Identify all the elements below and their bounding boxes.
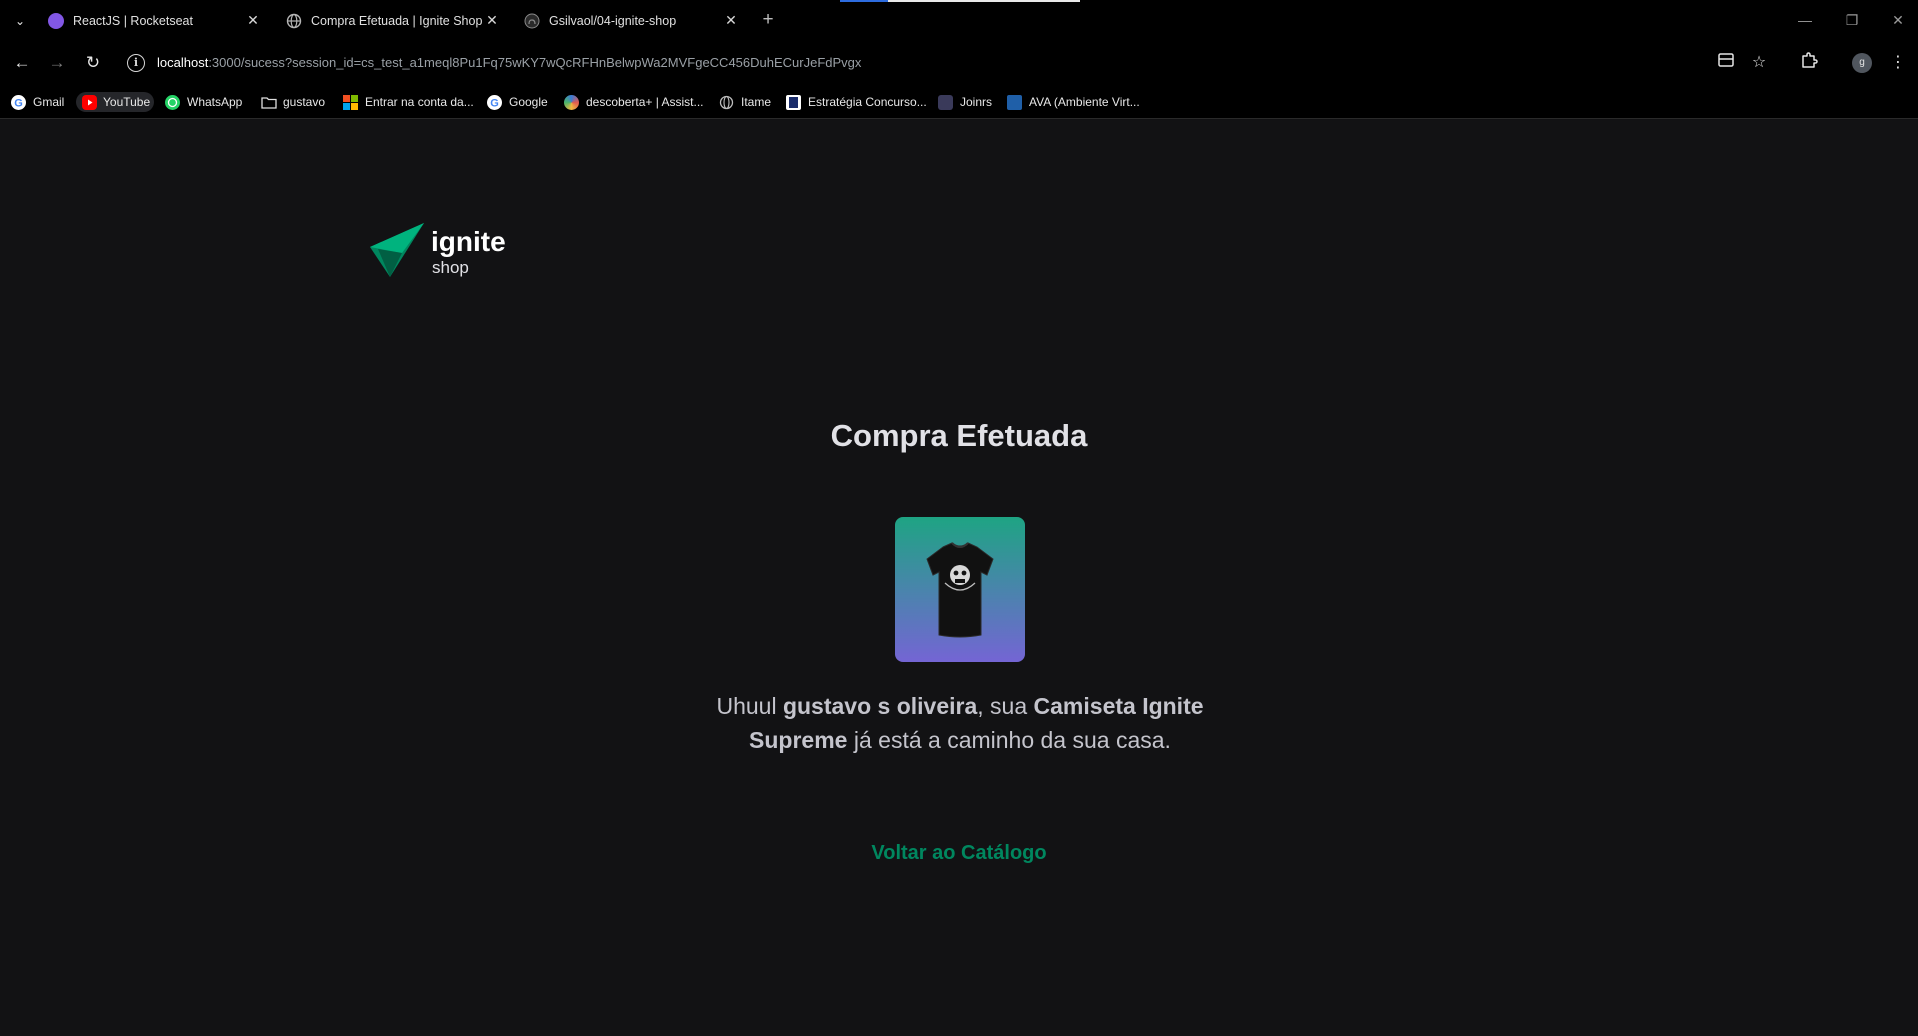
close-tab-icon[interactable]: ✕ bbox=[722, 11, 740, 29]
tab-reactjs[interactable]: ReactJS | Rocketseat ✕ bbox=[48, 0, 268, 41]
page-content: ignite shop Compra Efetuada Uhuul gustav… bbox=[0, 120, 1918, 1036]
whatsapp-icon bbox=[165, 95, 180, 110]
tab-strip: ⌄ ReactJS | Rocketseat ✕ Compra Efetuada… bbox=[0, 0, 1918, 41]
tab-title: ReactJS | Rocketseat bbox=[73, 14, 193, 28]
bookmark-youtube[interactable]: YouTube bbox=[76, 92, 154, 112]
back-arrow-icon[interactable]: ← bbox=[10, 51, 34, 75]
message-middle: , sua bbox=[977, 693, 1034, 719]
reload-icon[interactable]: ↻ bbox=[81, 51, 105, 75]
joinrs-icon bbox=[938, 95, 953, 110]
page-title: Compra Efetuada bbox=[830, 418, 1088, 453]
ignite-shop-logo[interactable]: ignite shop bbox=[370, 223, 510, 283]
folder-icon bbox=[261, 95, 277, 110]
url-host: localhost bbox=[157, 55, 209, 70]
profile-avatar[interactable]: g bbox=[1852, 53, 1872, 73]
tab-github[interactable]: Gsilvaol/04-ignite-shop ✕ bbox=[524, 0, 744, 41]
message-outro: já está a caminho da sua casa. bbox=[847, 727, 1171, 753]
tab-compra-efetuada[interactable]: Compra Efetuada | Ignite Shop ✕ bbox=[286, 0, 506, 41]
ignite-logo-mark-icon bbox=[370, 223, 424, 277]
close-tab-icon[interactable]: ✕ bbox=[483, 11, 501, 29]
bookmarks-bar: G Gmail YouTube WhatsApp gustavo Entrar … bbox=[0, 85, 1918, 119]
tab-search-chevron-icon[interactable]: ⌄ bbox=[10, 12, 30, 30]
extensions-puzzle-icon[interactable] bbox=[1797, 51, 1821, 75]
github-favicon-icon bbox=[524, 13, 540, 29]
close-tab-icon[interactable]: ✕ bbox=[244, 11, 262, 29]
minimize-window-icon[interactable]: — bbox=[1793, 10, 1817, 30]
logo-subtitle: shop bbox=[432, 258, 469, 277]
t-shirt-image bbox=[926, 542, 994, 638]
address-bar[interactable]: localhost:3000/sucess?session_id=cs_test… bbox=[157, 54, 861, 72]
tab-title: Gsilvaol/04-ignite-shop bbox=[549, 14, 677, 28]
discovery-icon bbox=[564, 95, 579, 110]
svg-text:G: G bbox=[14, 98, 23, 110]
back-link-row: Voltar ao Catálogo bbox=[0, 840, 1918, 866]
site-info-icon[interactable]: i bbox=[127, 54, 145, 72]
globe-icon bbox=[719, 95, 734, 110]
success-message: Uhuul gustavo s oliveira, sua Camiseta I… bbox=[680, 689, 1240, 757]
rocketseat-favicon-icon bbox=[48, 13, 64, 29]
svg-text:G: G bbox=[490, 98, 499, 110]
restore-window-icon[interactable]: ❐ bbox=[1840, 10, 1864, 30]
globe-favicon-icon bbox=[286, 13, 302, 29]
ava-icon bbox=[1007, 95, 1022, 110]
forward-arrow-icon[interactable]: → bbox=[45, 51, 69, 75]
new-tab-plus-icon[interactable]: + bbox=[758, 9, 778, 31]
bookmark-star-icon[interactable]: ☆ bbox=[1747, 51, 1771, 75]
customer-name: gustavo s oliveira bbox=[782, 693, 978, 719]
google-icon: G bbox=[487, 95, 502, 110]
tab-title: Compra Efetuada | Ignite Shop bbox=[311, 14, 483, 28]
estrategia-icon bbox=[786, 95, 801, 110]
url-path: :3000/sucess?session_id=cs_test_a1meql8P… bbox=[208, 55, 862, 70]
google-icon: G bbox=[11, 95, 26, 110]
close-window-icon[interactable]: ✕ bbox=[1886, 10, 1910, 30]
logo-word: ignite bbox=[431, 226, 506, 257]
youtube-icon bbox=[82, 95, 97, 110]
microsoft-icon bbox=[343, 95, 358, 110]
message-intro: Uhuul bbox=[716, 693, 783, 719]
reading-mode-icon[interactable] bbox=[1714, 51, 1738, 75]
product-image bbox=[895, 517, 1025, 662]
browser-toolbar: ← → ↻ i localhost:3000/sucess?session_id… bbox=[0, 41, 1918, 85]
tab-loading-progress bbox=[840, 0, 888, 2]
browser-menu-kebab-icon[interactable]: ⋮ bbox=[1886, 51, 1910, 75]
back-to-catalog-link[interactable]: Voltar ao Catálogo bbox=[871, 842, 1046, 864]
